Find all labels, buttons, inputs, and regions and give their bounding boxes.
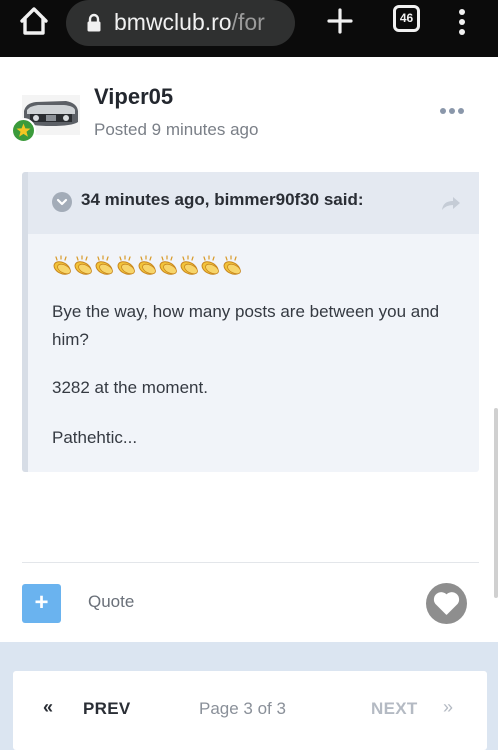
quote-line: Pathehtic... (52, 428, 138, 447)
url-domain: bmwclub.ro (114, 9, 232, 35)
react-button[interactable] (426, 583, 467, 624)
rank-badge (11, 118, 36, 143)
next-icon: » (443, 697, 454, 717)
plus-icon (327, 8, 353, 34)
quote-button[interactable]: Quote (88, 592, 134, 612)
home-icon (20, 7, 48, 35)
plus-label: + (34, 589, 49, 616)
lock-icon (87, 13, 101, 32)
clapping-hands-icon (180, 255, 198, 275)
url-path: /for (231, 9, 265, 35)
clapping-hands-icon (159, 255, 177, 275)
tab-count: 46 (399, 11, 414, 25)
page-indicator[interactable]: Page 3 of 3 (199, 699, 286, 719)
clapping-hands-icon (201, 255, 220, 275)
quote-caret-icon[interactable] (52, 192, 72, 212)
post-options-icon[interactable] (440, 108, 464, 116)
quote-attribution: 34 minutes ago, bimmer90f30 said: (81, 190, 364, 209)
share-icon[interactable] (440, 194, 462, 212)
clapping-hands-icon (223, 255, 241, 275)
multiquote-button[interactable]: + (22, 584, 61, 623)
clapping-hands-icon (117, 255, 135, 275)
clapping-hands-icon (138, 255, 156, 275)
url-text: bmwclub.ro/for (114, 5, 265, 39)
new-tab-button[interactable] (324, 5, 356, 37)
clapping-hands-icon (74, 255, 93, 275)
next-button: NEXT (371, 699, 418, 718)
divider (22, 562, 479, 563)
post-timestamp[interactable]: Posted 9 minutes ago (94, 120, 258, 140)
browser-toolbar: bmwclub.ro/for 46 (0, 0, 498, 57)
quote-line: 3282 at the moment. (52, 378, 208, 397)
tabs-icon[interactable]: 46 (393, 5, 420, 32)
clapping-hands-icon (95, 255, 114, 275)
author-name[interactable]: Viper05 (94, 84, 173, 110)
quote-line: Bye the way, how many posts are between … (52, 302, 440, 349)
star-icon (16, 123, 31, 137)
overflow-menu-icon[interactable] (450, 4, 474, 40)
prev-button[interactable]: PREV (83, 699, 131, 719)
emoji-row (52, 254, 243, 278)
address-bar[interactable]: bmwclub.ro/for (66, 0, 295, 46)
pagination: « PREV Page 3 of 3 NEXT » (13, 671, 487, 750)
heart-icon (433, 592, 460, 615)
home-button[interactable] (14, 3, 54, 39)
quote-block: 34 minutes ago, bimmer90f30 said: Bye th… (22, 172, 479, 472)
scrollbar[interactable] (494, 408, 498, 598)
quote-header: 34 minutes ago, bimmer90f30 said: (28, 172, 479, 234)
clapping-hands-icon (53, 255, 71, 275)
prev-icon[interactable]: « (43, 697, 53, 718)
